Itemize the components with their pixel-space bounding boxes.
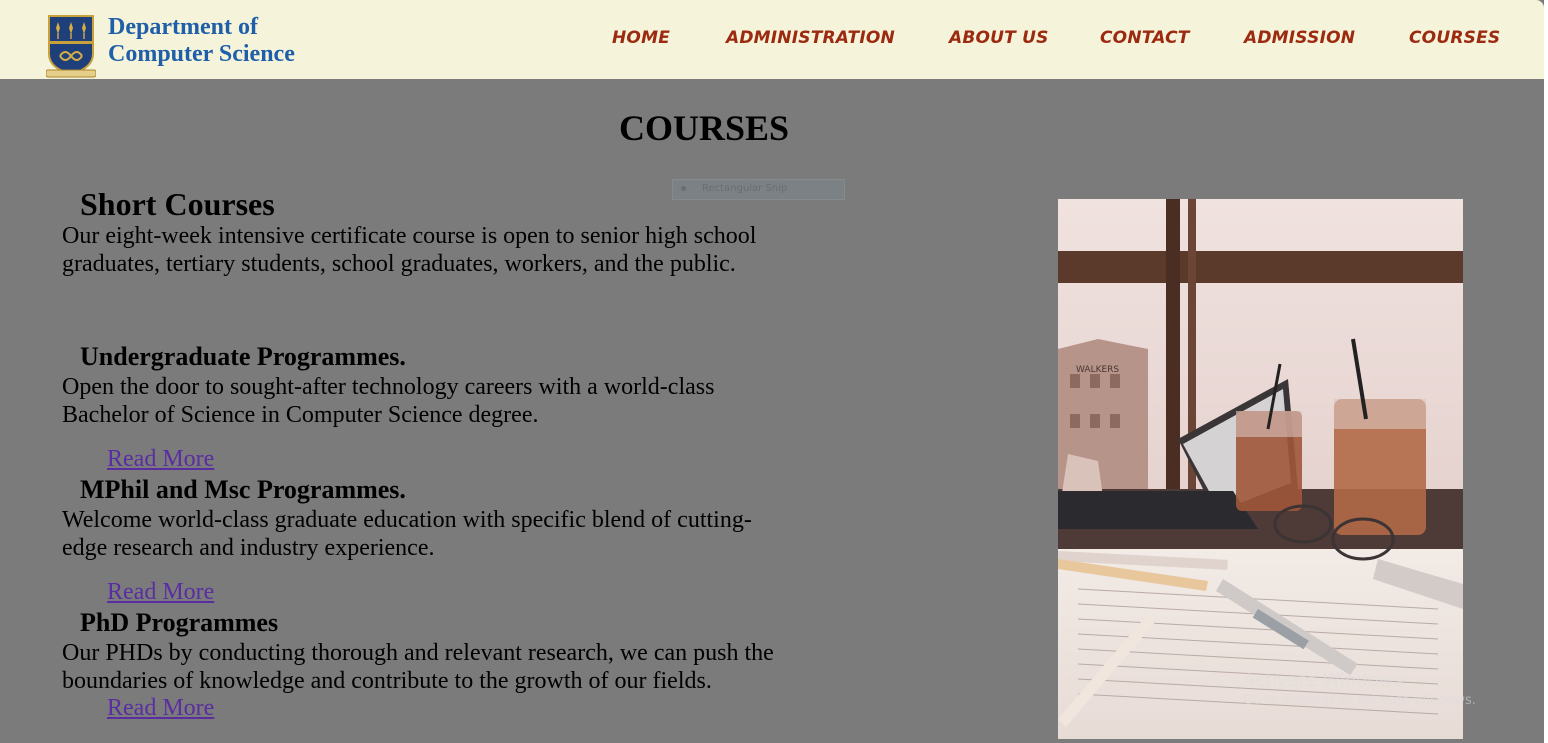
activation-watermark: Activate Windows Go to Settings to activ… [1243, 670, 1476, 708]
nav-admission[interactable]: ADMISSION [1244, 28, 1355, 48]
nav-about-us[interactable]: ABOUT US [949, 28, 1049, 48]
snip-tooltip-label: Rectangular Snip [702, 183, 788, 194]
watermark-line-2: Go to Settings to activate Windows. [1243, 693, 1476, 708]
study-table-photo: WALKERS [1058, 199, 1463, 739]
nav-home[interactable]: HOME [612, 28, 670, 48]
photo-sign: WALKERS [1076, 365, 1119, 375]
watermark-line-1: Activate Windows [1243, 670, 1403, 691]
section-text-phd: Our PHDs by conducting thorough and rele… [62, 640, 774, 694]
section-heading-short-courses: Short Courses [80, 186, 275, 222]
study-table-illustration: WALKERS [1058, 199, 1463, 739]
section-heading-mphil-msc: MPhil and Msc Programmes. [80, 475, 406, 504]
window-edge [1544, 0, 1548, 743]
page-title: COURSES [618, 108, 790, 148]
nav-courses[interactable]: COURSES [1409, 28, 1500, 48]
section-heading-undergraduate: Undergraduate Programmes. [80, 342, 406, 371]
section-text-undergraduate: Open the door to sought-after technology… [62, 374, 715, 428]
section-heading-phd: PhD Programmes [80, 608, 279, 637]
nav-administration[interactable]: ADMINISTRATION [726, 28, 895, 48]
read-more-undergraduate-link[interactable]: Read More [107, 446, 214, 473]
site-header: Department of Computer Science HOME ADMI… [0, 0, 1544, 79]
snip-dot-icon [681, 185, 686, 191]
section-text-short-courses: Our eight-week intensive certificate cou… [62, 223, 757, 277]
section-text-mphil-msc: Welcome world-class graduate education w… [62, 507, 752, 561]
snip-tooltip: Rectangular Snip [672, 179, 845, 200]
read-more-mphil-link[interactable]: Read More [107, 579, 214, 606]
nav-contact[interactable]: CONTACT [1100, 28, 1190, 48]
read-more-phd-link[interactable]: Read More [107, 695, 214, 722]
main-nav: HOME ADMINISTRATION ABOUT US CONTACT ADM… [0, 28, 1544, 52]
